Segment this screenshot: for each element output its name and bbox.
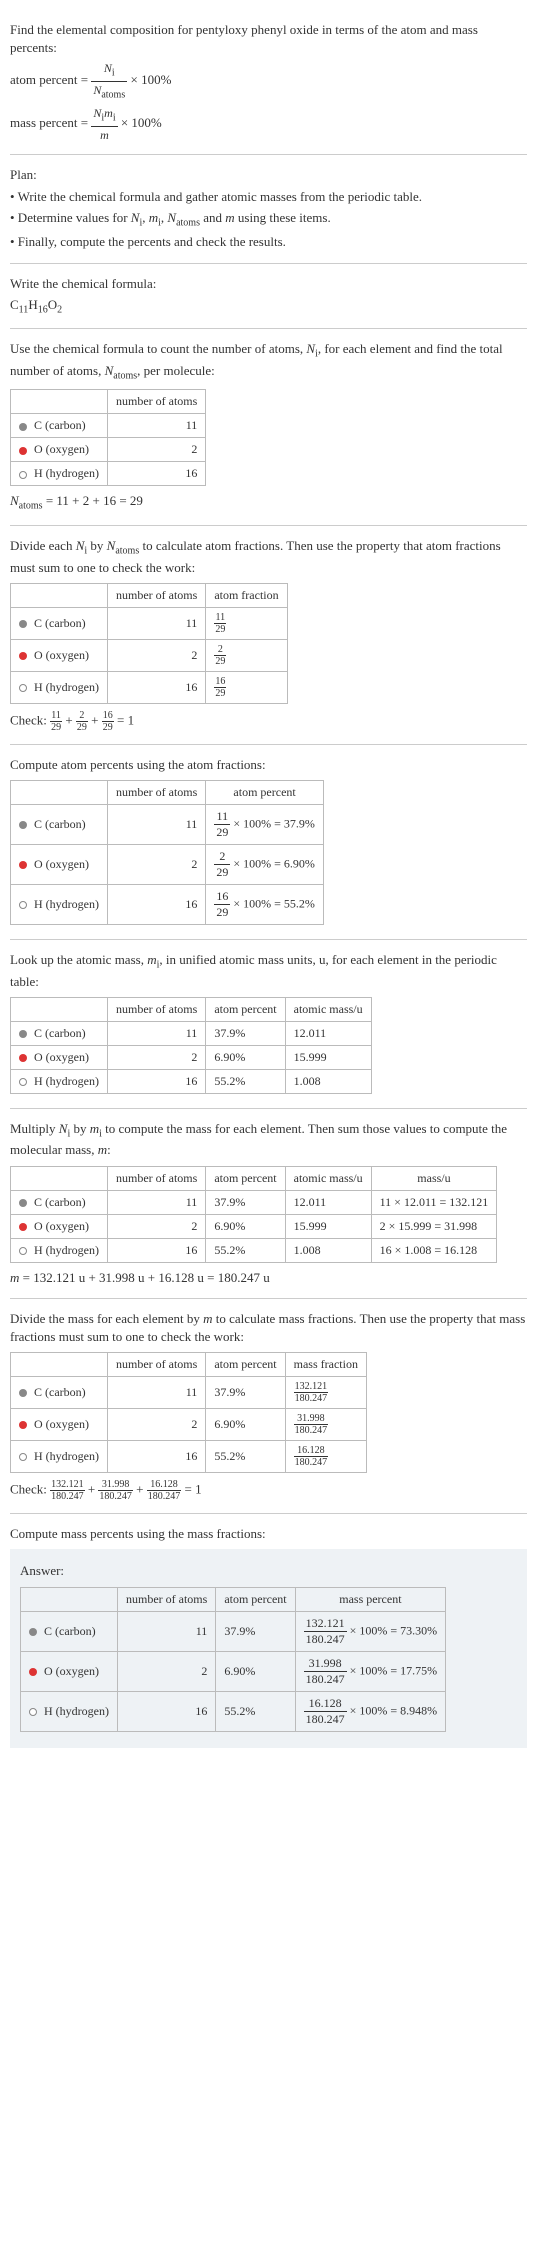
atomic-mass-table: number of atomsatom percentatomic mass/u… (10, 997, 372, 1094)
mass-fractions-section: Divide the mass for each element by m to… (10, 1299, 527, 1514)
oxygen-dot-icon (19, 1421, 27, 1429)
mass-percent-lhs: mass percent = (10, 115, 91, 130)
carbon-dot-icon (19, 1030, 27, 1038)
times-100-1: × 100% (130, 72, 171, 87)
intro-text: Find the elemental composition for penty… (10, 21, 527, 57)
carbon-dot-icon (29, 1628, 37, 1636)
atom-percents-heading: Compute atom percents using the atom fra… (10, 756, 527, 774)
atom-percent-formula: atom percent = Ni Natoms × 100% (10, 60, 527, 102)
hydrogen-dot-icon (19, 901, 27, 909)
table-row-h: H (hydrogen) (11, 462, 108, 486)
atom-fractions-section: Divide each Ni by Natoms to calculate at… (10, 526, 527, 745)
oxygen-dot-icon (29, 1668, 37, 1676)
oxygen-dot-icon (19, 1223, 27, 1231)
mass-percents-section: Compute mass percents using the mass fra… (10, 1514, 527, 1755)
hydrogen-dot-icon (19, 684, 27, 692)
hydrogen-dot-icon (19, 471, 27, 479)
carbon-dot-icon (19, 620, 27, 628)
multiply-text: Multiply Ni by mi to compute the mass fo… (10, 1120, 527, 1160)
count-atoms-table: number of atoms C (carbon)11 O (oxygen)2… (10, 389, 206, 486)
carbon-dot-icon (19, 1199, 27, 1207)
plan-bullet-3: • Finally, compute the percents and chec… (10, 233, 527, 251)
plan-heading: Plan: (10, 166, 527, 184)
oxygen-dot-icon (19, 447, 27, 455)
count-atoms-text: Use the chemical formula to count the nu… (10, 340, 527, 383)
oxygen-dot-icon (19, 861, 27, 869)
atom-percents-table: number of atomsatom percent C (carbon)11… (10, 780, 324, 925)
header-num-atoms: number of atoms (107, 390, 205, 414)
atom-fractions-table: number of atomsatom fraction C (carbon)1… (10, 583, 288, 704)
chem-formula-heading: Write the chemical formula: (10, 275, 527, 293)
chem-formula-section: Write the chemical formula: C11H16O2 (10, 264, 527, 330)
count-atoms-sum: Natoms = 11 + 2 + 16 = 29 (10, 492, 527, 514)
chem-formula: C11H16O2 (10, 296, 527, 318)
carbon-dot-icon (19, 821, 27, 829)
answer-label: Answer: (20, 1562, 517, 1580)
multiply-table: number of atomsatom percentatomic mass/u… (10, 1166, 497, 1263)
mass-percents-heading: Compute mass percents using the mass fra… (10, 1525, 527, 1543)
mass-fractions-text: Divide the mass for each element by m to… (10, 1310, 527, 1346)
plan-section: Plan: • Write the chemical formula and g… (10, 155, 527, 263)
hydrogen-dot-icon (29, 1708, 37, 1716)
table-row-o: O (oxygen) (11, 438, 108, 462)
carbon-dot-icon (19, 1389, 27, 1397)
atom-fractions-text: Divide each Ni by Natoms to calculate at… (10, 537, 527, 577)
mass-fractions-check: Check: 132.121180.247 + 31.998180.247 + … (10, 1479, 527, 1502)
oxygen-dot-icon (19, 1054, 27, 1062)
oxygen-dot-icon (19, 652, 27, 660)
hydrogen-dot-icon (19, 1078, 27, 1086)
multiply-section: Multiply Ni by mi to compute the mass fo… (10, 1109, 527, 1299)
count-atoms-section: Use the chemical formula to count the nu… (10, 329, 527, 526)
atom-percent-frac: Ni Natoms (91, 60, 127, 102)
intro-section: Find the elemental composition for penty… (10, 10, 527, 155)
plan-bullet-1: • Write the chemical formula and gather … (10, 188, 527, 206)
atom-fractions-check: Check: 1129 + 229 + 1629 = 1 (10, 710, 527, 733)
mass-percent-frac: Nimi m (91, 105, 117, 143)
atomic-mass-section: Look up the atomic mass, mi, in unified … (10, 940, 527, 1109)
atom-percent-lhs: atom percent = (10, 72, 91, 87)
answer-box: Answer: number of atomsatom percentmass … (10, 1549, 527, 1747)
mass-percents-table: number of atomsatom percentmass percent … (20, 1587, 446, 1732)
mass-fractions-table: number of atomsatom percentmass fraction… (10, 1352, 367, 1473)
atom-percents-section: Compute atom percents using the atom fra… (10, 745, 527, 940)
hydrogen-dot-icon (19, 1453, 27, 1461)
mass-percent-formula: mass percent = Nimi m × 100% (10, 105, 527, 143)
plan-bullet-2: • Determine values for Ni, mi, Natoms an… (10, 209, 527, 231)
carbon-dot-icon (19, 423, 27, 431)
times-100-2: × 100% (121, 115, 162, 130)
table-row-c: C (carbon) (11, 414, 108, 438)
multiply-sum: m = 132.121 u + 31.998 u + 16.128 u = 18… (10, 1269, 527, 1287)
atomic-mass-text: Look up the atomic mass, mi, in unified … (10, 951, 527, 991)
hydrogen-dot-icon (19, 1247, 27, 1255)
